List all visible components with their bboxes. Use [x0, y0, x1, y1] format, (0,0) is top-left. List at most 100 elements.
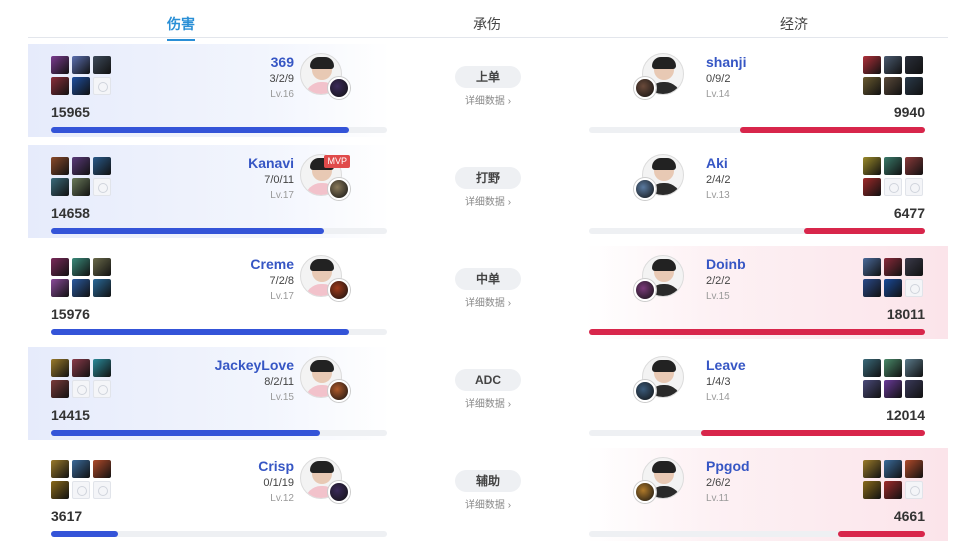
item-icon: [863, 481, 881, 499]
lane-role-label: 辅助: [455, 470, 521, 492]
empty-item-slot: [93, 481, 111, 499]
detail-data-link[interactable]: 详细数据 ›: [438, 193, 538, 208]
player-name[interactable]: JackeyLove: [144, 357, 294, 373]
detail-data-link[interactable]: 详细数据 ›: [438, 294, 538, 309]
item-icon: [905, 460, 923, 478]
kda-score: 7/2/8: [269, 275, 294, 287]
left-player-panel: 14658 Kanavi 7/0/11 Lv.17 MVP: [28, 145, 390, 238]
damage-bar: [51, 531, 387, 537]
player-name[interactable]: Kanavi: [144, 155, 294, 171]
tab-damage-taken[interactable]: 承伤: [473, 14, 501, 34]
item-icon: [72, 279, 90, 297]
player-info: Kanavi 7/0/11 Lv.17: [144, 155, 294, 202]
right-player-panel: 12014 Leave 1/4/3 Lv.14: [586, 347, 948, 440]
item-icon: [884, 56, 902, 74]
item-icon: [51, 258, 69, 276]
item-icon: [93, 279, 111, 297]
item-icon: [51, 380, 69, 398]
item-icon: [51, 157, 69, 175]
item-icon: [72, 157, 90, 175]
champion-icon: [328, 178, 350, 200]
item-icon: [72, 178, 90, 196]
lane-role-label: 中单: [455, 268, 521, 290]
detail-data-link[interactable]: 详细数据 ›: [438, 92, 538, 107]
kda-score: 2/4/2: [706, 174, 731, 186]
player-name[interactable]: Doinb: [706, 256, 856, 272]
item-build: [863, 460, 925, 499]
empty-item-slot: [905, 279, 923, 297]
item-icon: [93, 460, 111, 478]
damage-bar: [589, 127, 925, 133]
item-icon: [884, 157, 902, 175]
player-name[interactable]: Creme: [144, 256, 294, 272]
item-build: [51, 56, 113, 95]
detail-data-link[interactable]: 详细数据 ›: [438, 395, 538, 410]
player-info: Ppgod 2/6/2 Lv.11: [706, 458, 856, 505]
damage-bar-fill: [838, 531, 925, 537]
item-icon: [884, 77, 902, 95]
player-name[interactable]: Leave: [706, 357, 856, 373]
damage-value: 14658: [51, 205, 90, 221]
damage-bar-fill: [804, 228, 925, 234]
right-player-panel: 9940 shanji 0/9/2 Lv.14: [586, 44, 948, 137]
left-player-panel: 15965 369 3/2/9 Lv.16: [28, 44, 390, 137]
player-level: Lv.17: [270, 190, 294, 201]
empty-item-slot: [884, 178, 902, 196]
item-icon: [93, 359, 111, 377]
item-icon: [72, 258, 90, 276]
lane-role-label: ADC: [455, 369, 521, 391]
damage-bar: [51, 430, 387, 436]
damage-bar-fill: [51, 430, 320, 436]
tab-economy[interactable]: 经济: [780, 14, 808, 34]
player-name[interactable]: Aki: [706, 155, 856, 171]
damage-bar: [589, 531, 925, 537]
damage-bar-fill: [700, 430, 925, 436]
player-name[interactable]: Crisp: [144, 458, 294, 474]
avatar-hair: [652, 461, 676, 473]
item-icon: [72, 460, 90, 478]
item-icon: [93, 258, 111, 276]
player-level: Lv.15: [270, 392, 294, 403]
player-level: Lv.14: [706, 89, 730, 100]
avatar-hair: [310, 57, 334, 69]
champion-icon: [634, 178, 656, 200]
item-icon: [905, 77, 923, 95]
champion-icon: [328, 380, 350, 402]
left-player-panel: 14415 JackeyLove 8/2/11 Lv.15: [28, 347, 390, 440]
item-icon: [863, 178, 881, 196]
champion-icon: [634, 77, 656, 99]
player-name[interactable]: 369: [144, 54, 294, 70]
item-icon: [72, 77, 90, 95]
champion-icon: [634, 380, 656, 402]
lane-row: 14658 Kanavi 7/0/11 Lv.17 MVP 6477 Aki 2/4/2 Lv.…: [28, 145, 948, 238]
item-icon: [51, 56, 69, 74]
detail-data-link[interactable]: 详细数据 ›: [438, 496, 538, 511]
item-icon: [51, 279, 69, 297]
item-icon: [93, 157, 111, 175]
lane-center: 辅助详细数据 ›: [438, 448, 538, 541]
stats-tabs: 伤害 承伤 经济: [28, 0, 948, 38]
mvp-badge: MVP: [324, 155, 350, 168]
avatar-hair: [652, 360, 676, 372]
item-icon: [51, 481, 69, 499]
left-player-panel: 3617 Crisp 0/1/19 Lv.12: [28, 448, 390, 541]
item-icon: [905, 359, 923, 377]
right-player-panel: 4661 Ppgod 2/6/2 Lv.11: [586, 448, 948, 541]
player-info: Crisp 0/1/19 Lv.12: [144, 458, 294, 505]
damage-value: 4661: [893, 508, 925, 524]
lane-row: 3617 Crisp 0/1/19 Lv.12 4661 Ppgod 2/6/2 Lv.11 辅…: [28, 448, 948, 541]
item-icon: [884, 359, 902, 377]
item-build: [863, 359, 925, 398]
player-info: JackeyLove 8/2/11 Lv.15: [144, 357, 294, 404]
lane-center: 打野 详细数据 ›: [438, 145, 538, 238]
player-name[interactable]: Ppgod: [706, 458, 856, 474]
player-name[interactable]: shanji: [706, 54, 856, 70]
lane-center: 上单 详细数据 ›: [438, 44, 538, 137]
kda-score: 0/1/19: [263, 477, 294, 489]
tab-damage[interactable]: 伤害: [167, 14, 195, 34]
item-icon: [905, 157, 923, 175]
item-icon: [51, 460, 69, 478]
lane-row: 14415 JackeyLove 8/2/11 Lv.15 12014 Leave 1/4/…: [28, 347, 948, 440]
avatar-hair: [652, 57, 676, 69]
item-icon: [51, 178, 69, 196]
